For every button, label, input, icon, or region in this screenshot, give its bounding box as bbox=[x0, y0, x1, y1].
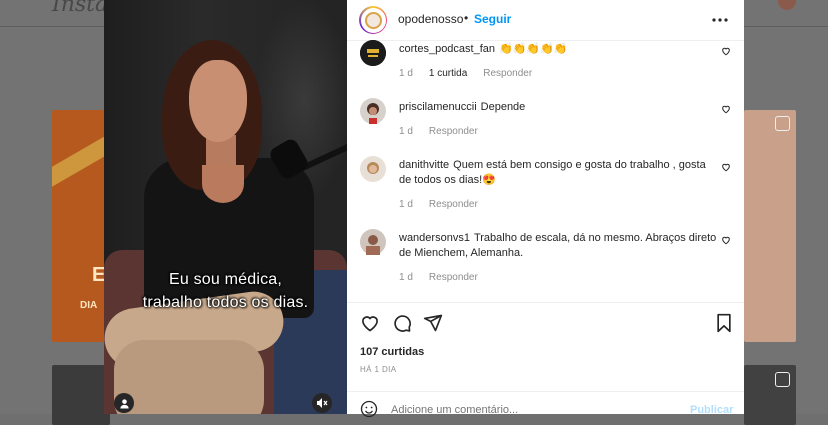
commenter-avatar[interactable] bbox=[360, 156, 386, 182]
comment-icon[interactable] bbox=[391, 312, 413, 334]
mute-icon[interactable] bbox=[312, 393, 332, 413]
background-post-thumbnail[interactable] bbox=[52, 365, 110, 425]
comment-username[interactable]: priscilamenuccii bbox=[399, 101, 477, 113]
comments-list[interactable]: cortes_podcast_fan 👏👏👏👏👏 1 d 1 curtida Resp… bbox=[347, 40, 744, 302]
comment-meta: 1 d Responder bbox=[399, 272, 494, 283]
commenter-avatar[interactable] bbox=[360, 98, 386, 124]
follow-button[interactable]: Seguir bbox=[474, 12, 511, 26]
post-actions: 107 curtidas HÁ 1 DIA Publicar bbox=[347, 302, 744, 418]
heart-icon[interactable] bbox=[721, 46, 731, 59]
comment-time: 1 d bbox=[399, 272, 413, 283]
reply-button[interactable]: Responder bbox=[483, 68, 532, 79]
comment-time: 1 d bbox=[399, 68, 413, 79]
save-bookmark-icon[interactable] bbox=[713, 312, 735, 334]
video-subtitle-line: trabalho todos os dias. bbox=[142, 294, 309, 311]
post-header: opodenosso • Seguir bbox=[347, 0, 744, 41]
comment-meta: 1 d Responder bbox=[399, 126, 494, 137]
comment-time: 1 d bbox=[399, 199, 413, 210]
commenter-avatar[interactable] bbox=[360, 229, 386, 255]
author-avatar[interactable] bbox=[359, 6, 387, 34]
reply-button[interactable]: Responder bbox=[429, 272, 478, 283]
commenter-avatar[interactable] bbox=[360, 40, 386, 66]
background-post-thumbnail[interactable] bbox=[744, 110, 796, 342]
reply-button[interactable]: Responder bbox=[429, 199, 478, 210]
thumbnail-label: DIA bbox=[80, 300, 98, 311]
comment-likes[interactable]: 1 curtida bbox=[429, 68, 467, 79]
comment-text-block: cortes_podcast_fan 👏👏👏👏👏 bbox=[399, 42, 719, 57]
comment-text-block: wandersonvs1 Trabalho de escala, dá no me… bbox=[399, 231, 719, 261]
comment-meta: 1 d 1 curtida Responder bbox=[399, 68, 548, 79]
like-heart-icon[interactable] bbox=[359, 312, 381, 334]
comment-body: Depende bbox=[480, 101, 526, 113]
emoji-icon[interactable] bbox=[360, 400, 378, 418]
author-avatar-image bbox=[364, 11, 382, 29]
comment-time: 1 d bbox=[399, 126, 413, 137]
comment-username[interactable]: cortes_podcast_fan bbox=[399, 43, 495, 55]
reel-icon bbox=[775, 116, 790, 131]
video-person-leg bbox=[114, 340, 264, 414]
video-subtitle-line: Eu sou médica, bbox=[168, 271, 283, 288]
heart-icon[interactable] bbox=[721, 104, 731, 117]
author-avatar-inner bbox=[360, 7, 386, 33]
comment-meta: 1 d Responder bbox=[399, 199, 494, 210]
comment-text-block: danithvitte Quem está bem consigo e gosta… bbox=[399, 158, 719, 188]
post-timestamp: HÁ 1 DIA bbox=[360, 365, 397, 374]
reply-button[interactable]: Responder bbox=[429, 126, 478, 137]
video-person-chest bbox=[202, 165, 244, 203]
heart-icon[interactable] bbox=[721, 235, 731, 248]
comment-body: 👏👏👏👏👏 bbox=[499, 43, 568, 55]
post-detail-panel: opodenosso • Seguir cortes_podcast_fan 👏👏… bbox=[347, 0, 744, 418]
comment-username[interactable]: wandersonvs1 bbox=[399, 232, 470, 244]
publish-button[interactable]: Publicar bbox=[690, 404, 733, 416]
comment-text-block: priscilamenuccii Depende bbox=[399, 100, 719, 115]
add-comment-row: Publicar bbox=[347, 391, 744, 422]
heart-icon[interactable] bbox=[721, 162, 731, 175]
video-player[interactable]: Eu sou médica, trabalho todos os dias. bbox=[104, 0, 347, 414]
tagged-user-icon[interactable] bbox=[114, 393, 134, 413]
video-person-face bbox=[189, 60, 247, 142]
share-icon[interactable] bbox=[422, 312, 444, 334]
more-options-icon[interactable] bbox=[712, 9, 728, 27]
author-username[interactable]: opodenosso bbox=[398, 12, 463, 26]
reel-icon bbox=[775, 372, 790, 387]
likes-count[interactable]: 107 curtidas bbox=[360, 346, 424, 358]
add-comment-input[interactable] bbox=[391, 404, 651, 416]
comment-username[interactable]: danithvitte bbox=[399, 159, 449, 171]
header-separator: • bbox=[464, 11, 469, 25]
